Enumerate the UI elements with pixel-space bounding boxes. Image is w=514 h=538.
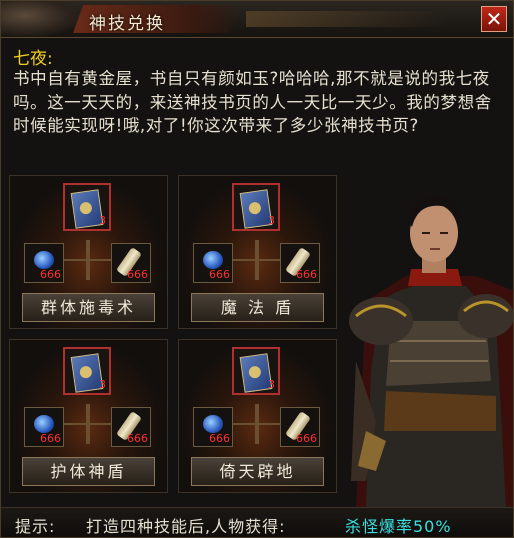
blue-gem-icon (34, 415, 54, 433)
skill-book-slot[interactable]: 3 (63, 183, 111, 231)
scroll-count: 666 (296, 268, 317, 281)
blue-gem-icon (34, 251, 54, 269)
hint-bar: 提示: 打造四种技能后,人物获得: 杀怪爆率50% (1, 507, 513, 537)
scroll-count: 666 (127, 268, 148, 281)
window-title: 神技兑换 (89, 14, 165, 34)
scroll-slot[interactable]: 666 (280, 407, 320, 447)
book-count: 3 (99, 378, 106, 391)
blue-gem-icon (203, 251, 223, 269)
gem-slot[interactable]: 666 (24, 407, 64, 447)
connector-line (86, 404, 90, 444)
blue-gem-icon (203, 415, 223, 433)
connector-line (255, 240, 259, 280)
craft-skill-button[interactable]: 魔 法 盾 (191, 293, 324, 322)
skill-exchange-window: 神技兑换 ✕ 七夜: 书中自有黄金屋，书自只有颜如玉?哈哈哈,那不就是说的我七夜… (0, 0, 514, 538)
gem-slot[interactable]: 666 (193, 407, 233, 447)
gem-count: 666 (40, 432, 61, 445)
skill-panel: 3 666 666 护体神盾 (9, 339, 168, 493)
book-count: 3 (268, 214, 275, 227)
scroll-count: 666 (127, 432, 148, 445)
skill-book-slot[interactable]: 3 (232, 347, 280, 395)
gem-slot[interactable]: 666 (193, 243, 233, 283)
hint-text: 打造四种技能后,人物获得: (86, 517, 286, 536)
skill-panel: 3 666 666 倚天辟地 (178, 339, 337, 493)
npc-dialogue: 书中自有黄金屋，书自只有颜如玉?哈哈哈,那不就是说的我七夜吗。这一天天的，来送神… (13, 69, 492, 135)
connector-line (255, 404, 259, 444)
skill-book-slot[interactable]: 3 (63, 347, 111, 395)
scroll-slot[interactable]: 666 (111, 407, 151, 447)
gem-count: 666 (40, 268, 61, 281)
skill-book-slot[interactable]: 3 (232, 183, 280, 231)
craft-skill-button[interactable]: 倚天辟地 (191, 457, 324, 486)
craft-skill-button[interactable]: 护体神盾 (22, 457, 155, 486)
scroll-slot[interactable]: 666 (280, 243, 320, 283)
skill-panel: 3 666 666 群体施毒术 (9, 175, 168, 329)
npc-name: 七夜: (13, 49, 53, 69)
npc-character-portrait (349, 194, 513, 507)
gem-count: 666 (209, 432, 230, 445)
scroll-slot[interactable]: 666 (111, 243, 151, 283)
scroll-count: 666 (296, 432, 317, 445)
hint-reward: 杀怪爆率50% (345, 517, 452, 536)
gem-slot[interactable]: 666 (24, 243, 64, 283)
book-count: 3 (99, 214, 106, 227)
title-ornament (246, 11, 446, 27)
craft-skill-button[interactable]: 群体施毒术 (22, 293, 155, 322)
connector-line (86, 240, 90, 280)
title-bar[interactable]: 神技兑换 ✕ (1, 1, 513, 38)
book-count: 3 (268, 378, 275, 391)
hint-label: 提示: (15, 517, 56, 536)
skill-panel: 3 666 666 魔 法 盾 (178, 175, 337, 329)
dragon-emblem-icon (1, 1, 81, 37)
gem-count: 666 (209, 268, 230, 281)
close-button[interactable]: ✕ (481, 6, 507, 32)
